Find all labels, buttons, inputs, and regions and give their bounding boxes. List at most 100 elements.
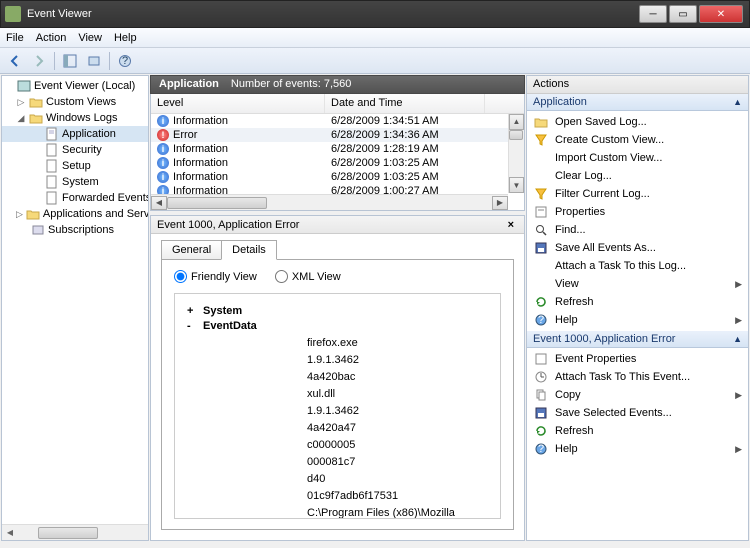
title-bar: Event Viewer ─ ▭ ✕ [0, 0, 750, 28]
event-data-value: c0000005 [307, 437, 488, 454]
filter-icon [533, 132, 549, 148]
event-data-value: 4a420bac [307, 369, 488, 386]
list-h-scrollbar[interactable]: ◀▶ [151, 194, 508, 210]
menu-view[interactable]: View [78, 32, 102, 44]
maximize-button[interactable]: ▭ [669, 5, 697, 23]
action-import-custom-view[interactable]: Import Custom View... [527, 149, 748, 167]
action-refresh-2[interactable]: Refresh [527, 422, 748, 440]
radio-xml[interactable]: XML View [275, 270, 341, 283]
action-find[interactable]: Find... [527, 221, 748, 239]
tree-root[interactable]: Event Viewer (Local) [2, 78, 148, 94]
action-open-saved-log[interactable]: Open Saved Log... [527, 113, 748, 131]
eventviewer-icon [17, 79, 31, 93]
actions-group-event[interactable]: Event 1000, Application Error▲ [527, 331, 748, 348]
refresh-icon [533, 294, 549, 310]
detail-pane: Event 1000, Application Error × General … [150, 215, 525, 541]
event-row[interactable]: iInformation6/28/2009 1:03:25 AM [151, 156, 524, 170]
tree-apps-services[interactable]: ▷Applications and Services Lo [2, 206, 148, 222]
close-button[interactable]: ✕ [699, 5, 743, 23]
events-list: Level Date and Time iInformation6/28/200… [150, 94, 525, 211]
event-data-value: 01c9f7adb6f17531 [307, 488, 488, 505]
action-attach-task[interactable]: Attach a Task To this Log... [527, 257, 748, 275]
refresh-icon [533, 423, 549, 439]
back-button[interactable] [4, 51, 26, 71]
tab-general[interactable]: General [161, 240, 222, 259]
event-row[interactable]: iInformation6/28/2009 1:34:51 AM [151, 114, 524, 128]
tab-details[interactable]: Details [221, 240, 277, 260]
navigation-pane: Event Viewer (Local) ▷Custom Views ◢Wind… [1, 75, 149, 541]
event-row[interactable]: !Error6/28/2009 1:34:36 AM [151, 128, 524, 142]
folder-icon [26, 207, 40, 221]
event-data-value: firefox.exe [307, 335, 488, 352]
tree-system[interactable]: System [2, 174, 148, 190]
event-level: Information [173, 143, 228, 155]
toolbar: ? [0, 48, 750, 74]
tree-subscriptions[interactable]: Subscriptions [2, 222, 148, 238]
info-icon: i [157, 115, 169, 127]
menu-file[interactable]: File [6, 32, 24, 44]
action-refresh[interactable]: Refresh [527, 293, 748, 311]
event-level: Error [173, 129, 197, 141]
breadcrumb: Application [159, 78, 219, 90]
event-row[interactable]: i Information 6/28/2009 1:28:19 AM [151, 142, 524, 156]
tree-application[interactable]: Application [2, 126, 148, 142]
event-level: Information [173, 171, 228, 183]
radio-friendly[interactable]: Friendly View [174, 270, 257, 283]
event-data-value: d40 [307, 471, 488, 488]
caret-up-icon: ▲ [733, 334, 742, 344]
actions-group-application[interactable]: Application▲ [527, 94, 748, 111]
blank-icon [533, 168, 549, 184]
column-date[interactable]: Date and Time [325, 94, 485, 113]
menu-action[interactable]: Action [36, 32, 67, 44]
properties-icon [533, 204, 549, 220]
detail-close-button[interactable]: × [504, 219, 518, 231]
events-header: Application Number of events: 7,560 [150, 75, 525, 94]
svg-text:?: ? [538, 443, 544, 455]
tree-custom-views[interactable]: ▷Custom Views [2, 94, 148, 110]
list-v-scrollbar[interactable]: ▲▼ [508, 114, 524, 193]
action-attach-event-task[interactable]: Attach Task To This Event... [527, 368, 748, 386]
column-level[interactable]: Level [151, 94, 325, 113]
tree-forwarded[interactable]: Forwarded Events [2, 190, 148, 206]
event-count: Number of events: 7,560 [231, 78, 351, 90]
action-create-custom-view[interactable]: Create Custom View... [527, 131, 748, 149]
eventdata-node[interactable]: -EventData [187, 320, 488, 332]
action-help[interactable]: ?Help▶ [527, 311, 748, 329]
task-icon [533, 369, 549, 385]
copy-icon [533, 387, 549, 403]
tree-windows-logs[interactable]: ◢Windows Logs [2, 110, 148, 126]
system-node[interactable]: +System [187, 305, 488, 317]
show-tree-button[interactable] [59, 51, 81, 71]
action-clear-log[interactable]: Clear Log... [527, 167, 748, 185]
blank-icon [533, 276, 549, 292]
caret-up-icon: ▲ [733, 97, 742, 107]
info-icon: i [157, 143, 169, 155]
subscriptions-icon [31, 223, 45, 237]
menu-help[interactable]: Help [114, 32, 137, 44]
action-properties[interactable]: Properties [527, 203, 748, 221]
minimize-button[interactable]: ─ [639, 5, 667, 23]
event-date: 6/28/2009 1:28:19 AM [325, 143, 485, 155]
chevron-right-icon: ▶ [735, 315, 742, 326]
event-row[interactable]: iInformation6/28/2009 1:03:25 AM [151, 170, 524, 184]
action-event-properties[interactable]: Event Properties [527, 350, 748, 368]
radio-friendly-input[interactable] [174, 270, 187, 283]
tree-setup[interactable]: Setup [2, 158, 148, 174]
forward-button[interactable] [28, 51, 50, 71]
nav-h-scrollbar[interactable]: ◀ [2, 524, 148, 540]
action-copy[interactable]: Copy▶ [527, 386, 748, 404]
app-icon [5, 6, 21, 22]
radio-xml-input[interactable] [275, 270, 288, 283]
tree-security[interactable]: Security [2, 142, 148, 158]
action-save-all-events[interactable]: Save All Events As... [527, 239, 748, 257]
save-icon [533, 405, 549, 421]
action-view[interactable]: View▶ [527, 275, 748, 293]
open-icon [533, 114, 549, 130]
action-save-selected[interactable]: Save Selected Events... [527, 404, 748, 422]
event-data-value: 000081c7 [307, 454, 488, 471]
toolbar-button-4[interactable] [83, 51, 105, 71]
action-help-2[interactable]: ?Help▶ [527, 440, 748, 458]
event-data-value: 4a420a47 [307, 420, 488, 437]
action-filter-current-log[interactable]: Filter Current Log... [527, 185, 748, 203]
help-button[interactable]: ? [114, 51, 136, 71]
